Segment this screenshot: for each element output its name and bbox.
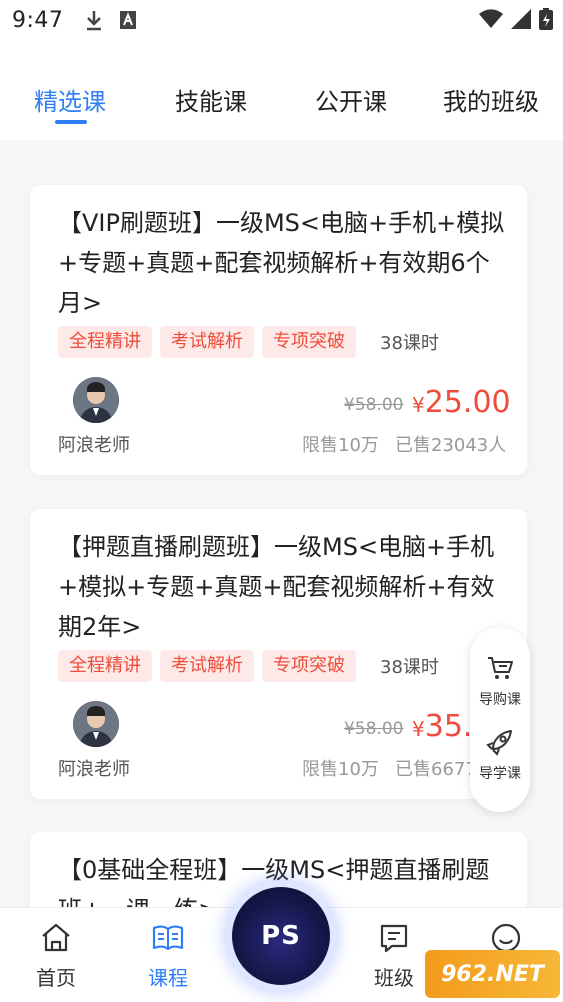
cart-icon — [488, 657, 513, 679]
home-icon — [42, 923, 70, 952]
tab-public[interactable]: 公开课 — [315, 82, 387, 117]
guide-study-button[interactable]: 导学课 — [470, 727, 530, 783]
tab-featured[interactable]: 精选课 — [34, 82, 106, 117]
nav-courses-label: 课程 — [148, 966, 188, 990]
course-tags: 全程精讲 考试解析 专项突破 38课时 — [58, 650, 439, 682]
sold-count: 已售23043人 — [395, 435, 507, 456]
status-notification-icons — [85, 9, 137, 31]
status-bar: 9:47 — [0, 0, 563, 40]
sale-price: ¥25.00 — [412, 385, 511, 420]
course-tag: 专项突破 — [262, 326, 356, 358]
teacher-avatar — [73, 377, 119, 423]
active-tab-indicator — [55, 120, 87, 124]
watermark-text: 962.NET — [441, 961, 544, 987]
course-tags: 全程精讲 考试解析 专项突破 38课时 — [58, 326, 439, 358]
center-ps-button[interactable]: PS — [232, 887, 330, 985]
course-tag: 全程精讲 — [58, 326, 152, 358]
course-title: 【VIP刷题班】一级MS<电脑+手机+模拟+专题+真题+配套视频解析+有效期6个… — [58, 209, 505, 317]
signal-icon — [511, 9, 531, 29]
ps-button-label: PS — [261, 921, 301, 951]
rocket-icon — [486, 730, 512, 756]
course-hours: 38课时 — [380, 657, 439, 678]
guide-study-label: 导学课 — [479, 766, 521, 782]
sales-limit: 限售10万 — [302, 759, 379, 780]
tab-my-class[interactable]: 我的班级 — [443, 82, 539, 117]
course-tabs: 精选课 技能课 公开课 我的班级 — [0, 40, 563, 140]
course-title: 【押题直播刷题班】一级MS<电脑+手机+模拟+专题+真题+配套视频解析+有效期2… — [58, 533, 495, 641]
course-card[interactable]: 【押题直播刷题班】一级MS<电脑+手机+模拟+专题+真题+配套视频解析+有效期2… — [30, 509, 527, 799]
battery-icon — [539, 8, 553, 30]
app-notification-icon — [120, 11, 137, 29]
site-watermark: 962.NET — [425, 950, 560, 998]
tab-skills[interactable]: 技能课 — [175, 82, 247, 117]
course-tag: 考试解析 — [160, 326, 254, 358]
status-system-icons — [479, 8, 553, 30]
price-value: 25.00 — [424, 385, 511, 420]
teacher-name: 阿浪老师 — [58, 759, 130, 780]
nav-class-label: 班级 — [374, 966, 414, 990]
course-hours: 38课时 — [380, 333, 439, 354]
floating-guide-widget: 导购课 导学课 — [470, 627, 530, 812]
book-icon — [152, 925, 184, 951]
guide-buy-button[interactable]: 导购课 — [470, 653, 530, 709]
sold-count: 已售6677 — [395, 759, 477, 780]
message-icon — [380, 924, 408, 953]
teacher-avatar — [73, 701, 119, 747]
teacher-name: 阿浪老师 — [58, 435, 130, 456]
course-card[interactable]: 【VIP刷题班】一级MS<电脑+手机+模拟+专题+真题+配套视频解析+有效期6个… — [30, 185, 527, 475]
course-tag: 考试解析 — [160, 650, 254, 682]
status-time: 9:47 — [12, 7, 64, 33]
sales-limit: 限售10万 — [302, 435, 379, 456]
price-currency: ¥ — [412, 393, 425, 417]
guide-buy-label: 导购课 — [479, 692, 521, 708]
nav-home-label: 首页 — [36, 966, 76, 990]
price-currency: ¥ — [412, 717, 425, 741]
original-price: ¥58.00 — [344, 395, 404, 415]
course-tag: 全程精讲 — [58, 650, 152, 682]
download-icon — [87, 11, 102, 31]
course-tag: 专项突破 — [262, 650, 356, 682]
wifi-icon — [479, 9, 503, 28]
original-price: ¥58.00 — [344, 719, 404, 739]
